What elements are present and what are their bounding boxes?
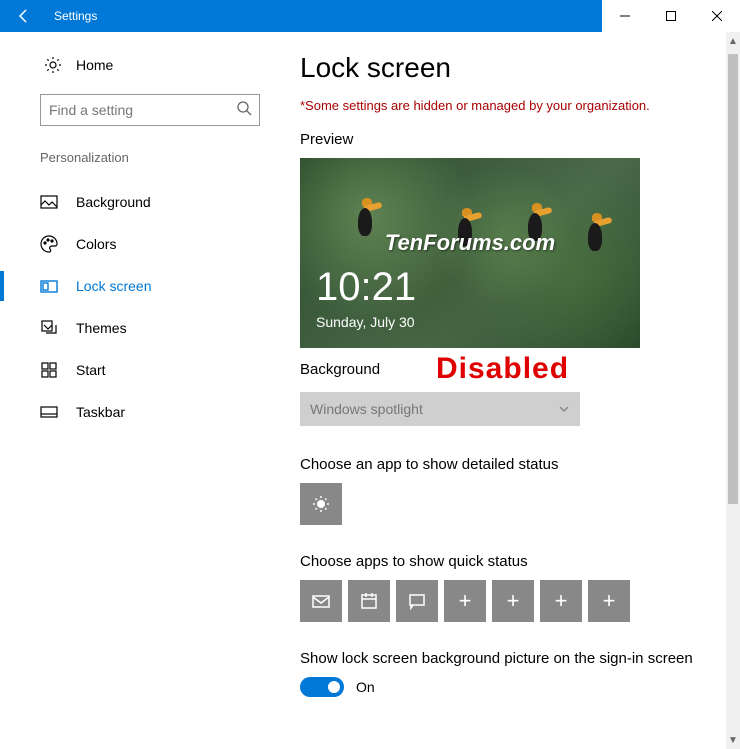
scroll-up-icon[interactable]: ▲ — [726, 32, 740, 50]
maximize-button[interactable] — [648, 0, 694, 32]
detailed-status-label: Choose an app to show detailed status — [300, 456, 696, 473]
quick-status-tile-add[interactable]: + — [588, 580, 630, 622]
quick-status-tile-calendar[interactable] — [348, 580, 390, 622]
start-icon — [40, 361, 58, 379]
plus-icon: + — [507, 588, 520, 614]
signin-bg-label: Show lock screen background picture on t… — [300, 650, 696, 667]
watermark-text: TenForums.com — [300, 230, 640, 256]
themes-icon — [40, 319, 58, 337]
scrollbar[interactable]: ▲ ▼ — [726, 32, 740, 749]
sidebar-item-colors[interactable]: Colors — [0, 223, 300, 265]
titlebar: Settings — [0, 0, 740, 32]
gear-icon — [44, 56, 62, 74]
search-input[interactable] — [40, 94, 260, 126]
back-button[interactable] — [0, 0, 48, 32]
sidebar-group-header: Personalization — [0, 150, 300, 181]
policy-warning: *Some settings are hidden or managed by … — [300, 98, 696, 113]
quick-status-tile-add[interactable]: + — [492, 580, 534, 622]
taskbar-icon — [40, 403, 58, 421]
page-title: Lock screen — [300, 52, 696, 84]
quick-status-tile-mail[interactable] — [300, 580, 342, 622]
chevron-down-icon — [558, 402, 570, 418]
signin-bg-toggle[interactable] — [300, 677, 344, 697]
plus-icon: + — [603, 588, 616, 614]
search-icon — [236, 100, 252, 121]
scroll-down-icon[interactable]: ▼ — [726, 731, 740, 749]
sidebar-item-start[interactable]: Start — [0, 349, 300, 391]
lock-screen-preview: TenForums.com 10:21 Sunday, July 30 — [300, 158, 640, 348]
minimize-button[interactable] — [602, 0, 648, 32]
preview-date: Sunday, July 30 — [316, 314, 415, 330]
background-label: Background — [300, 361, 420, 378]
plus-icon: + — [459, 588, 472, 614]
close-button[interactable] — [694, 0, 740, 32]
disabled-annotation: Disabled — [436, 352, 569, 386]
home-button[interactable]: Home — [0, 46, 300, 84]
home-label: Home — [76, 57, 113, 73]
main-content: Lock screen *Some settings are hidden or… — [300, 32, 732, 749]
quick-status-tile-add[interactable]: + — [540, 580, 582, 622]
window-title: Settings — [54, 9, 602, 23]
quick-status-tile-add[interactable]: + — [444, 580, 486, 622]
detailed-status-app-tile[interactable] — [300, 483, 342, 525]
palette-icon — [40, 235, 58, 253]
sidebar-item-taskbar[interactable]: Taskbar — [0, 391, 300, 433]
quick-status-label: Choose apps to show quick status — [300, 553, 696, 570]
sidebar-item-label: Background — [76, 194, 151, 210]
lock-screen-icon — [40, 277, 58, 295]
calendar-icon — [359, 591, 379, 611]
sidebar-item-background[interactable]: Background — [0, 181, 300, 223]
plus-icon: + — [555, 588, 568, 614]
sidebar-item-label: Start — [76, 362, 106, 378]
scrollbar-thumb[interactable] — [728, 54, 738, 504]
sidebar-item-label: Taskbar — [76, 404, 125, 420]
background-dropdown: Windows spotlight — [300, 392, 580, 426]
sidebar: Home Personalization Background Colors L… — [0, 32, 300, 749]
sidebar-item-label: Colors — [76, 236, 116, 252]
dropdown-value: Windows spotlight — [310, 401, 423, 417]
sidebar-item-label: Lock screen — [76, 278, 151, 294]
preview-label: Preview — [300, 131, 696, 148]
preview-time: 10:21 — [316, 265, 416, 310]
picture-icon — [40, 193, 58, 211]
sidebar-item-label: Themes — [76, 320, 127, 336]
sidebar-item-lock-screen[interactable]: Lock screen — [0, 265, 300, 307]
quick-status-tile-messaging[interactable] — [396, 580, 438, 622]
toggle-state-label: On — [356, 679, 375, 695]
mail-icon — [311, 591, 331, 611]
sidebar-item-themes[interactable]: Themes — [0, 307, 300, 349]
weather-icon — [311, 494, 331, 514]
message-icon — [407, 591, 427, 611]
